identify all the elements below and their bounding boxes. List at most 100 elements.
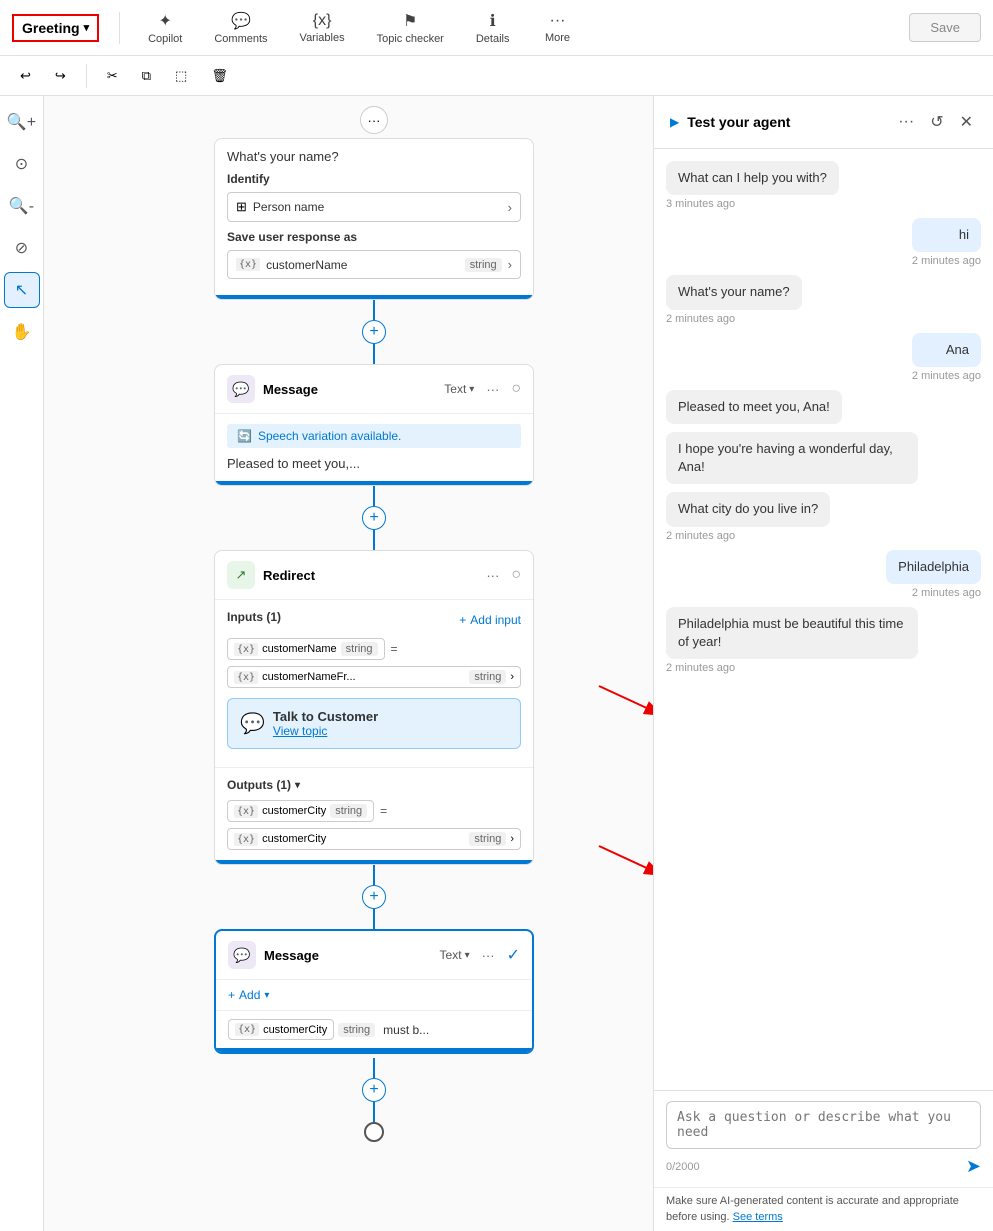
message-type-2[interactable]: Text ▾ — [440, 948, 470, 962]
add-node-btn-1[interactable]: + — [362, 320, 386, 344]
panel-close-button[interactable]: ✕ — [956, 108, 977, 136]
var-icon-2: {x} — [234, 643, 258, 656]
chat-time-7: 2 minutes ago — [886, 587, 981, 599]
zoom-out-icon: 🔍- — [9, 196, 34, 216]
chat-time-3: 2 minutes ago — [912, 370, 981, 382]
toolbar-divider-1 — [119, 12, 120, 44]
message-icon-2: 💬 — [228, 941, 256, 969]
save-var-field[interactable]: {x} customerName string › — [227, 250, 521, 279]
chat-bubble-6: What city do you live in? — [666, 492, 830, 526]
topic-checker-button[interactable]: ⚑ Topic checker — [369, 7, 452, 49]
view-topic-link[interactable]: View topic — [273, 724, 378, 738]
greeting-badge[interactable]: Greeting ▾ — [12, 14, 99, 42]
input-var-badge: {x} customerName string — [227, 638, 385, 660]
talk-info: Talk to Customer View topic — [273, 709, 378, 738]
hand-button[interactable]: ✋ — [4, 314, 40, 350]
panel-refresh-button[interactable]: ↺ — [926, 108, 947, 136]
chat-message-4: Pleased to meet you, Ana! — [666, 390, 842, 424]
connector-4 — [373, 530, 375, 550]
cursor-button[interactable]: ↖ — [4, 272, 40, 308]
end-node — [364, 1122, 384, 1142]
redo-button[interactable]: ↪ — [47, 64, 74, 88]
message-type-1[interactable]: Text ▾ — [444, 382, 474, 396]
comments-button[interactable]: 💬 Comments — [206, 7, 275, 49]
zoom-out-button[interactable]: 🔍- — [4, 188, 40, 224]
right-panel: ▶ Test your agent ··· ↺ ✕ What can I hel… — [653, 96, 993, 1231]
identify-arrow: › — [508, 200, 512, 215]
save-label: Save user response as — [227, 230, 521, 244]
more-icon: ··· — [549, 12, 565, 30]
message-menu-1[interactable]: ··· — [482, 380, 503, 399]
message-menu-2[interactable]: ··· — [478, 946, 499, 965]
add-input-button[interactable]: + Add input — [459, 613, 521, 627]
node-bottom-bar-4 — [216, 1048, 532, 1052]
paste-button[interactable]: ⬚ — [167, 64, 195, 88]
chat-message-2: What's your name? 2 minutes ago — [666, 275, 802, 324]
output-dest-var: customerCity — [262, 833, 465, 845]
chat-text-0: What can I help you with? — [678, 170, 827, 185]
add-node-btn-4[interactable]: + — [362, 1078, 386, 1102]
undo-button[interactable]: ↩ — [12, 64, 39, 88]
chat-message-8: Philadelphia must be beautiful this time… — [666, 607, 918, 674]
details-button[interactable]: ℹ Details — [468, 7, 518, 49]
chat-area: What can I help you with? 3 minutes ago … — [654, 149, 993, 1090]
copy-icon: ⧉ — [142, 68, 151, 84]
target-button[interactable]: ⊙ — [4, 146, 40, 182]
input-source-var: customerNameFr... — [262, 671, 465, 683]
panel-more-button[interactable]: ··· — [894, 109, 918, 135]
eq-sign-2: = — [380, 804, 387, 818]
chat-input[interactable] — [666, 1101, 981, 1149]
delete-button[interactable]: 🗑 — [203, 64, 236, 88]
paste-icon: ⬚ — [175, 68, 187, 84]
type-chevron-2: ▾ — [465, 950, 470, 961]
outputs-header[interactable]: Outputs (1) ▾ — [227, 778, 521, 792]
add-dropdown[interactable]: + Add ▾ — [228, 988, 269, 1002]
canvas[interactable]: ··· What's your name? Identify ⊞ Person … — [44, 96, 653, 1231]
inputs-section-header: Inputs (1) + Add input — [227, 610, 521, 630]
message-text-1: Pleased to meet you,... — [227, 456, 521, 471]
variables-button[interactable]: {x} Variables — [292, 8, 353, 48]
main-area: 🔍+ ⊙ 🔍- ⊘ ↖ ✋ ··· — [0, 96, 993, 1231]
redirect-inputs: Inputs (1) + Add input {x} customerName … — [215, 600, 533, 767]
question-node: What's your name? Identify ⊞ Person name… — [214, 138, 534, 300]
see-terms-link[interactable]: See terms — [733, 1211, 783, 1223]
message-node-2: 💬 Message Text ▾ ··· ✓ + Add ▾ — [214, 929, 534, 1054]
connector-8 — [373, 1102, 375, 1122]
add-node-btn-2[interactable]: + — [362, 506, 386, 530]
talk-to-customer-box: 💬 Talk to Customer View topic — [227, 698, 521, 749]
speech-banner: 🔄 Speech variation available. — [227, 424, 521, 448]
text-label-1: Text — [444, 382, 466, 396]
chat-bubble-7: Philadelphia — [886, 550, 981, 584]
chat-text-3: Ana — [946, 342, 969, 357]
copy-button[interactable]: ⧉ — [134, 64, 159, 88]
greeting-chevron[interactable]: ▾ — [84, 21, 90, 34]
message-check-1: ○ — [511, 380, 521, 398]
send-button[interactable]: ➤ — [966, 1156, 981, 1177]
save-button[interactable]: Save — [909, 13, 981, 42]
redirect-menu[interactable]: ··· — [482, 566, 503, 585]
output-dest-field[interactable]: {x} customerCity string › — [227, 828, 521, 850]
input-source-arrow: › — [510, 671, 514, 683]
chat-message-5: I hope you're having a wonderful day, An… — [666, 432, 918, 484]
chat-text-7: Philadelphia — [898, 559, 969, 574]
message-check-2: ✓ — [507, 945, 520, 965]
outputs-label: Outputs (1) — [227, 778, 291, 792]
details-label: Details — [476, 33, 510, 45]
input-source-field[interactable]: {x} customerNameFr... string › — [227, 666, 521, 688]
copilot-button[interactable]: ✦ Copilot — [140, 7, 190, 49]
more-button[interactable]: ··· More — [533, 8, 581, 48]
zoom-in-button[interactable]: 🔍+ — [4, 104, 40, 140]
target-icon: ⊙ — [15, 154, 28, 174]
copilot-icon: ✦ — [159, 11, 172, 31]
identify-field[interactable]: ⊞ Person name › — [227, 192, 521, 222]
delete-icon: 🗑 — [211, 68, 228, 84]
city-type: string — [338, 1023, 375, 1037]
chat-bubble-8: Philadelphia must be beautiful this time… — [666, 607, 918, 659]
cut-button[interactable]: ✂ — [99, 64, 126, 88]
chat-message-1: hi 2 minutes ago — [912, 218, 981, 267]
disclaimer-text: Make sure AI-generated content is accura… — [666, 1195, 959, 1222]
output-dest-arrow: › — [510, 833, 514, 845]
ban-button[interactable]: ⊘ — [4, 230, 40, 266]
add-node-btn-3[interactable]: + — [362, 885, 386, 909]
outputs-chevron: ▾ — [295, 780, 300, 791]
